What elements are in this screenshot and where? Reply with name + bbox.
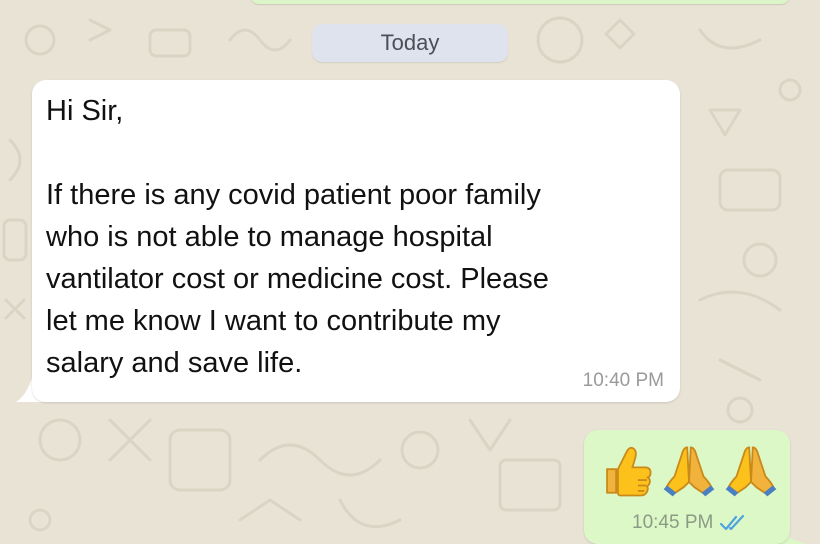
message-text: Hi Sir, If there is any covid patient po… <box>46 95 549 379</box>
emoji-row <box>598 442 780 500</box>
previous-outgoing-bubble <box>250 0 790 4</box>
outgoing-message-bubble[interactable]: 10:45 PM <box>584 430 790 544</box>
message-timestamp: 10:40 PM <box>582 370 664 391</box>
date-label: Today <box>380 30 440 55</box>
message-timestamp: 10:45 PM <box>632 512 714 533</box>
incoming-message-bubble[interactable]: Hi Sir, If there is any covid patient po… <box>32 80 680 402</box>
folded-hands-icon <box>663 446 715 497</box>
date-separator: Today <box>312 24 508 62</box>
folded-hands-icon <box>725 446 777 497</box>
outgoing-meta: 10:45 PM <box>632 512 747 534</box>
thumbs-up-icon <box>606 446 652 497</box>
read-receipt-double-check-icon <box>720 514 745 531</box>
